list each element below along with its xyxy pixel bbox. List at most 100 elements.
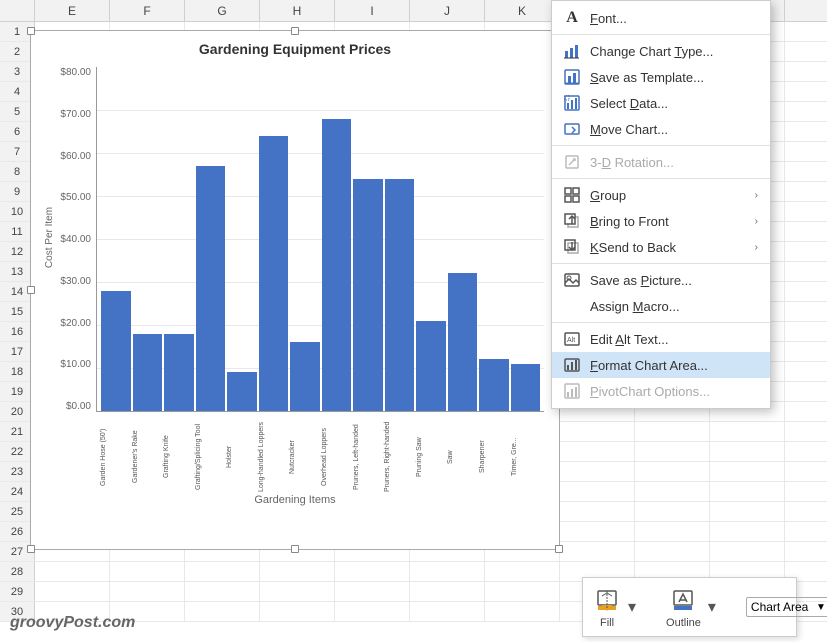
send-to-back-icon <box>564 239 580 255</box>
x-label-14: Timer, Gre... <box>511 417 541 497</box>
menu-item-font[interactable]: A Font... <box>552 5 770 31</box>
watermark-text: groovyPost.com <box>10 614 135 631</box>
col-header-i: I <box>335 0 410 21</box>
menu-label-group: Group <box>590 188 745 203</box>
menu-item-save-as-template[interactable]: Save as Template... <box>552 64 770 90</box>
resize-handle-left[interactable] <box>27 286 35 294</box>
menu-item-move-chart[interactable]: Move Chart... <box>552 116 770 142</box>
bar-garden-hose <box>101 291 131 411</box>
menu-label-font: Font... <box>590 11 758 26</box>
bars-area <box>96 67 544 412</box>
x-label-8: Overhead Loppers <box>321 417 351 497</box>
bar-sharpener <box>479 359 509 411</box>
menu-item-group[interactable]: Group › <box>552 182 770 208</box>
bars-container <box>97 67 544 411</box>
fill-icon <box>593 586 621 614</box>
x-label-12: Saw <box>447 417 477 497</box>
menu-label-assign-macro: Assign Macro... <box>590 299 758 314</box>
bar-grafting-tool <box>196 166 226 411</box>
save-as-picture-icon <box>564 272 580 288</box>
resize-handle-bottom[interactable] <box>291 545 299 553</box>
menu-label-send-to-back: KSend to Back <box>590 240 745 255</box>
col-header-j: J <box>410 0 485 21</box>
x-label-1: Garden Hose (50') <box>100 417 130 497</box>
y-tick-70: $70.00 <box>60 109 95 120</box>
format-chart-area-icon <box>564 357 580 373</box>
bottom-toolbar: Fill ▾ Outline ▾ Chart Area ▼ <box>582 577 797 637</box>
menu-label-move-chart: Move Chart... <box>590 122 758 137</box>
change-chart-type-icon <box>564 43 580 59</box>
menu-label-pivotchart-options: PivotChart Options... <box>590 384 758 399</box>
x-label-11: Pruning Saw <box>416 417 446 497</box>
x-label-5: Holster <box>226 417 256 497</box>
y-tick-60: $60.00 <box>60 151 95 162</box>
y-tick-10: $10.00 <box>60 359 95 370</box>
bar-timer <box>511 364 541 411</box>
resize-handle-br[interactable] <box>555 545 563 553</box>
svg-text:Alt: Alt <box>567 337 575 344</box>
x-label-13: Sharpener <box>479 417 509 497</box>
fill-button[interactable]: Fill <box>593 586 621 629</box>
col-header-e: E <box>35 0 110 21</box>
bar-saw <box>448 273 478 411</box>
outline-label: Outline <box>666 617 701 629</box>
outline-dropdown-arrow[interactable]: ▾ <box>708 597 716 617</box>
separator-3 <box>552 178 770 179</box>
outline-icon <box>669 586 697 614</box>
bar-pruning-saw <box>416 321 446 411</box>
menu-label-3d-rotation: 3-D Rotation... <box>590 155 758 170</box>
x-labels-container: Garden Hose (50') Gardener's Rake Grafti… <box>96 417 544 492</box>
fill-label: Fill <box>600 617 614 629</box>
bar-grafting-knife <box>164 334 194 411</box>
save-as-template-icon <box>564 69 580 85</box>
resize-handle-bl[interactable] <box>27 545 35 553</box>
menu-item-bring-to-front[interactable]: Bring to Front › <box>552 208 770 234</box>
menu-item-send-to-back[interactable]: KSend to Back › <box>552 234 770 260</box>
bar-overhead-loppers <box>322 119 352 411</box>
watermark: groovyPost.com <box>10 614 135 632</box>
col-header-h: H <box>260 0 335 21</box>
menu-item-select-data[interactable]: Select Data... <box>552 90 770 116</box>
x-label-2: Gardener's Rake <box>132 417 162 497</box>
y-tick-0: $0.00 <box>66 401 95 412</box>
group-icon <box>564 187 580 203</box>
separator-2 <box>552 145 770 146</box>
x-label-4: Grafting/Splicing Tool <box>195 417 225 497</box>
y-tick-20: $20.00 <box>60 318 95 329</box>
y-tick-30: $30.00 <box>60 276 95 287</box>
menu-label-edit-alt-text: Edit Alt Text... <box>590 332 758 347</box>
send-to-back-arrow: › <box>755 242 758 253</box>
separator-1 <box>552 34 770 35</box>
bar-pruners-left <box>353 179 383 411</box>
chart-area-select-text: Chart Area <box>751 600 812 614</box>
resize-handle-tl[interactable] <box>27 27 35 35</box>
menu-label-change-chart-type: Change Chart Type... <box>590 44 758 59</box>
menu-item-edit-alt-text[interactable]: Alt Edit Alt Text... <box>552 326 770 352</box>
context-menu: A Font... Change Chart Type... Save as T… <box>551 0 771 409</box>
outline-button[interactable]: Outline <box>666 586 701 629</box>
chart-area-select[interactable]: Chart Area ▼ <box>746 597 827 617</box>
fill-dropdown-arrow[interactable]: ▾ <box>628 597 636 617</box>
bar-loppers <box>259 136 289 411</box>
x-label-6: Long-handled Loppers <box>258 417 288 497</box>
font-icon: A <box>564 10 580 26</box>
x-label-3: Grafting Knife <box>163 417 193 497</box>
x-label-7: Nutcracker <box>289 417 319 497</box>
bar-gardeners-rake <box>133 334 163 411</box>
chart-container[interactable]: Gardening Equipment Prices Cost Per Item… <box>30 30 560 550</box>
menu-label-bring-to-front: Bring to Front <box>590 214 745 229</box>
select-data-icon <box>564 95 580 111</box>
y-tick-80: $80.00 <box>60 67 95 78</box>
bring-to-front-icon <box>564 213 580 229</box>
menu-label-format-chart-area: Format Chart Area... <box>590 358 758 373</box>
resize-handle-top[interactable] <box>291 27 299 35</box>
menu-label-save-as-picture: Save as Picture... <box>590 273 758 288</box>
menu-item-format-chart-area[interactable]: Format Chart Area... <box>552 352 770 378</box>
menu-item-assign-macro[interactable]: Assign Macro... <box>552 293 770 319</box>
menu-item-save-as-picture[interactable]: Save as Picture... <box>552 267 770 293</box>
3d-rotation-icon <box>564 154 580 170</box>
chart-title: Gardening Equipment Prices <box>31 41 559 57</box>
assign-macro-icon <box>564 298 580 314</box>
menu-item-change-chart-type[interactable]: Change Chart Type... <box>552 38 770 64</box>
move-chart-icon <box>564 121 580 137</box>
